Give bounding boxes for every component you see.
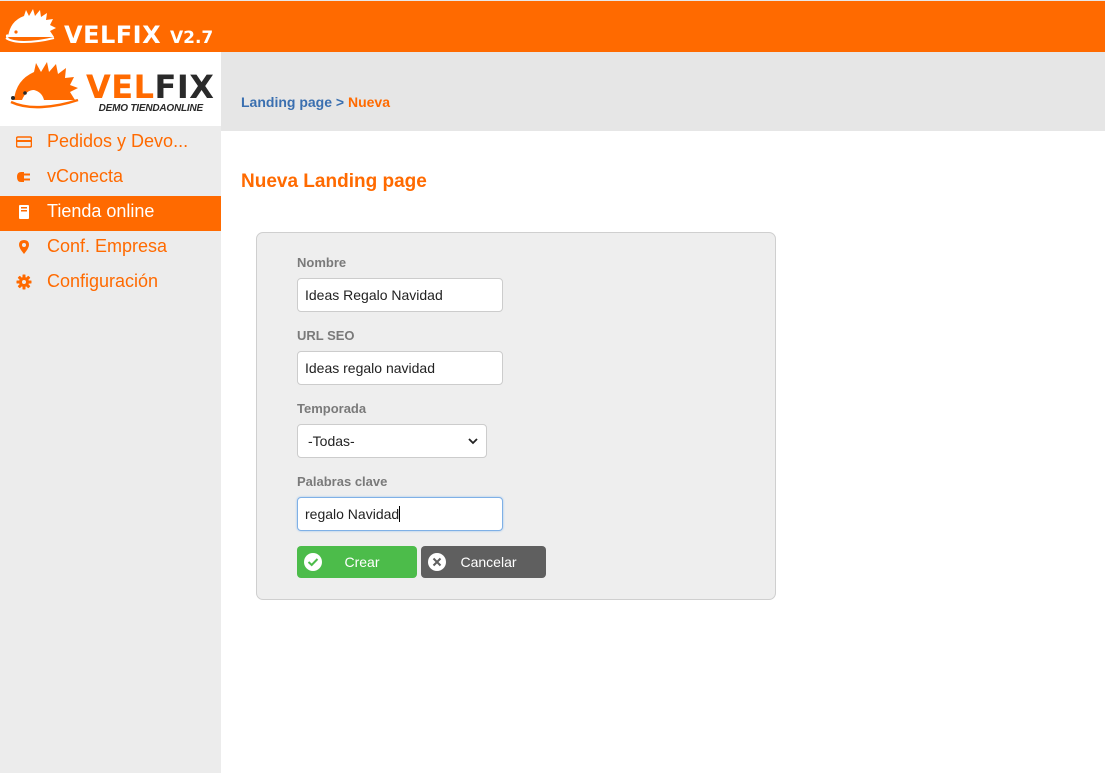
breadcrumb-current: Nueva [347, 94, 390, 110]
url-seo-label: URL SEO [297, 328, 355, 343]
cancelar-button-label: Cancelar [460, 554, 517, 570]
breadcrumb-link-landing-page[interactable]: Landing page [241, 94, 332, 110]
landing-form-panel: Nombre Ideas Regalo Navidad URL SEO Idea… [256, 232, 776, 600]
book-icon [19, 205, 29, 219]
nombre-value: Ideas Regalo Navidad [305, 287, 443, 303]
breadcrumb: Landing page > Nueva [241, 94, 390, 110]
credit-card-icon [16, 136, 32, 148]
app-title: VELFIX V2.7 [64, 21, 213, 52]
sidebar-item-label: vConecta [47, 166, 124, 186]
sidebar-item-label: Conf. Empresa [47, 236, 168, 256]
logo-word-fix: FIX [154, 68, 215, 106]
page-title: Nueva Landing page [241, 171, 427, 192]
sidebar-nav: Pedidos y Devo... vConecta Tienda online [0, 126, 221, 301]
breadcrumb-bar: Landing page > Nueva [221, 52, 1105, 131]
hedgehog-logo-icon [5, 9, 56, 44]
sidebar-item-label: Configuración [47, 271, 159, 291]
gear-icon [16, 274, 32, 290]
company-logo[interactable]: VELFIX DEMO TIENDAONLINE [0, 52, 221, 126]
sidebar-item-tienda-online[interactable]: Tienda online [0, 196, 221, 231]
sidebar-item-conf-empresa[interactable]: Conf. Empresa [0, 231, 221, 266]
sidebar-item-label: Pedidos y Devo... [47, 131, 189, 151]
palabras-clave-label: Palabras clave [297, 474, 388, 489]
logo-subtitle: DEMO TIENDAONLINE [98, 103, 204, 114]
url-seo-value: Ideas regalo navidad [305, 360, 435, 376]
crear-button[interactable]: Crear [297, 546, 417, 578]
logo-word-vel: VEL [86, 68, 155, 106]
text-cursor [399, 506, 401, 522]
cancelar-button[interactable]: Cancelar [421, 546, 546, 578]
breadcrumb-separator: > [335, 94, 345, 110]
sidebar-item-label: Tienda online [47, 201, 155, 221]
top-bar: VELFIX V2.7 [0, 0, 1105, 52]
nombre-label: Nombre [297, 255, 347, 270]
sidebar-item-configuracion[interactable]: Configuración [0, 266, 221, 301]
temporada-select[interactable]: -Todas- [297, 424, 487, 458]
sidebar: VELFIX DEMO TIENDAONLINE Pedidos y Devo.… [0, 52, 221, 773]
palabras-clave-value: regalo Navidad [305, 506, 400, 522]
temporada-selected-value: -Todas- [308, 433, 355, 449]
crear-button-label: Crear [344, 554, 380, 570]
app-brand: VELFIX [64, 21, 162, 49]
palabras-clave-field[interactable]: regalo Navidad [297, 497, 503, 531]
sidebar-item-pedidos[interactable]: Pedidos y Devo... [0, 126, 221, 161]
chevron-down-icon [468, 438, 478, 445]
url-seo-field[interactable]: Ideas regalo navidad [297, 351, 503, 385]
map-pin-icon [19, 240, 29, 254]
app-version: V2.7 [169, 28, 214, 48]
temporada-label: Temporada [297, 401, 367, 416]
hedgehog-logo-icon [10, 62, 79, 109]
nombre-field[interactable]: Ideas Regalo Navidad [297, 278, 503, 312]
sidebar-item-vconecta[interactable]: vConecta [0, 161, 221, 196]
logo-wordmark: VELFIX [86, 70, 214, 104]
plug-icon [17, 172, 30, 182]
